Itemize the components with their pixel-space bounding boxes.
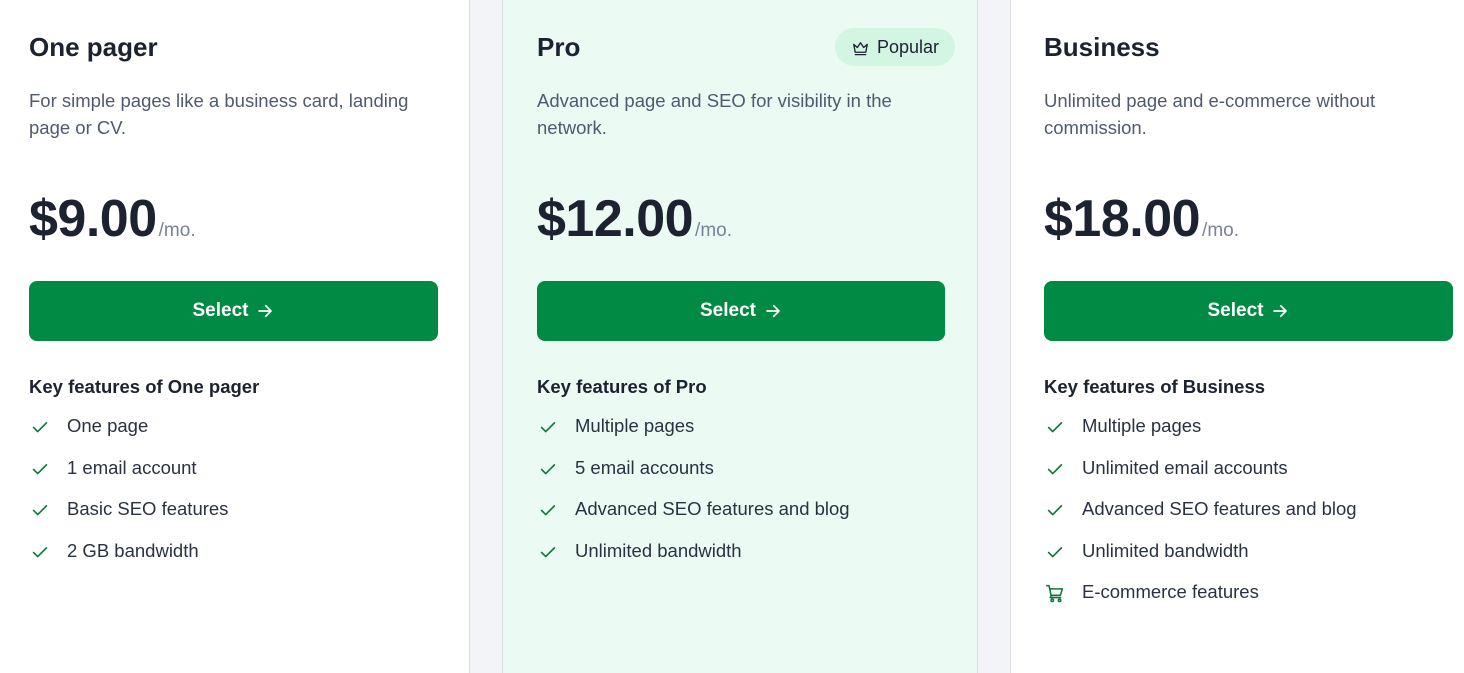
select-one-pager-button[interactable]: Select <box>29 281 438 341</box>
feature-label: 1 email account <box>67 456 197 478</box>
feature-label: Unlimited bandwidth <box>1082 539 1249 561</box>
features-title: Key features of One pager <box>29 376 260 397</box>
arrow-right-icon <box>258 304 273 318</box>
plan-title: Business <box>1044 32 1160 62</box>
feature-item: Multiple pages <box>537 415 850 457</box>
feature-item: One page <box>29 415 228 457</box>
select-button-label: Select <box>192 300 249 321</box>
feature-label: Advanced SEO features and blog <box>1082 498 1357 519</box>
plan-title: One pager <box>29 32 158 62</box>
check-icon <box>32 422 48 433</box>
check-icon <box>32 463 48 474</box>
feature-label: Unlimited email accounts <box>1082 456 1288 478</box>
features-list: Multiple pages 5 email accounts Advanced… <box>537 415 850 581</box>
popular-badge: Popular <box>834 28 955 66</box>
price-row: $9.00 /mo. <box>29 189 196 249</box>
check-icon <box>1047 505 1063 516</box>
plan-title: Pro <box>537 32 581 62</box>
feature-item: Advanced SEO features and blog <box>537 498 850 540</box>
features-list: Multiple pages Unlimited email accounts … <box>1044 415 1357 623</box>
check-icon <box>32 505 48 516</box>
check-icon <box>540 546 556 557</box>
feature-label: Unlimited bandwidth <box>575 539 742 561</box>
feature-item: Basic SEO features <box>29 498 228 540</box>
select-button-label: Select <box>1207 300 1264 321</box>
features-title: Key features of Pro <box>537 376 707 397</box>
feature-item: Unlimited bandwidth <box>1044 540 1357 582</box>
feature-item: Multiple pages <box>1044 415 1357 457</box>
features-title: Key features of Business <box>1044 376 1266 397</box>
feature-item: 2 GB bandwidth <box>29 540 228 582</box>
badge-label: Popular <box>876 36 939 57</box>
crown-icon <box>853 41 868 55</box>
check-icon <box>1047 546 1063 557</box>
arrow-right-icon <box>1273 304 1288 318</box>
feature-label: Advanced SEO features and blog <box>575 498 850 519</box>
check-icon <box>540 422 556 433</box>
price-row: $18.00 /mo. <box>1044 189 1239 249</box>
select-business-button[interactable]: Select <box>1044 281 1453 341</box>
feature-item: Unlimited bandwidth <box>537 540 850 582</box>
feature-label: Multiple pages <box>575 415 695 436</box>
price-period: /mo. <box>158 220 196 241</box>
plan-price: $9.00 <box>29 190 157 248</box>
plan-description: For simple pages like a business card, l… <box>29 90 409 138</box>
price-period: /mo. <box>695 220 732 241</box>
feature-item: Advanced SEO features and blog <box>1044 498 1357 540</box>
price-period: /mo. <box>1202 220 1239 241</box>
select-button-label: Select <box>700 300 756 321</box>
plan-price: $18.00 <box>1044 190 1201 248</box>
plan-description: Unlimited page and e-commerce without co… <box>1044 90 1376 138</box>
pricing-section: One pager For simple pages like a busine… <box>0 0 1464 673</box>
plan-description: Advanced page and SEO for visibility in … <box>537 90 892 138</box>
feature-item: Unlimited email accounts <box>1044 457 1357 499</box>
check-icon <box>32 546 48 557</box>
plan-price: $12.00 <box>537 190 694 248</box>
plan-card-one-pager: One pager For simple pages like a busine… <box>0 0 470 673</box>
plan-card-business: Business Unlimited page and e-commerce w… <box>1010 0 1464 673</box>
feature-label: One page <box>67 415 149 436</box>
select-pro-button[interactable]: Select <box>537 281 945 341</box>
arrow-right-icon <box>766 304 780 318</box>
feature-label: 2 GB bandwidth <box>67 539 199 561</box>
plan-card-pro: Pro Popular Advanced page and SEO for vi… <box>502 0 978 673</box>
check-icon <box>540 463 556 474</box>
cart-icon <box>1045 584 1064 603</box>
feature-label: Multiple pages <box>1082 415 1202 436</box>
features-list: One page 1 email account Basic SEO featu… <box>29 415 228 581</box>
check-icon <box>1047 422 1063 433</box>
price-row: $12.00 /mo. <box>537 189 732 249</box>
feature-label: Basic SEO features <box>67 498 229 519</box>
feature-label: E-commerce features <box>1082 581 1259 602</box>
feature-label: 5 email accounts <box>575 456 714 478</box>
feature-item: E-commerce features <box>1044 581 1357 623</box>
feature-item: 5 email accounts <box>537 457 850 499</box>
feature-item: 1 email account <box>29 457 228 499</box>
check-icon <box>540 505 556 516</box>
check-icon <box>1047 463 1063 474</box>
